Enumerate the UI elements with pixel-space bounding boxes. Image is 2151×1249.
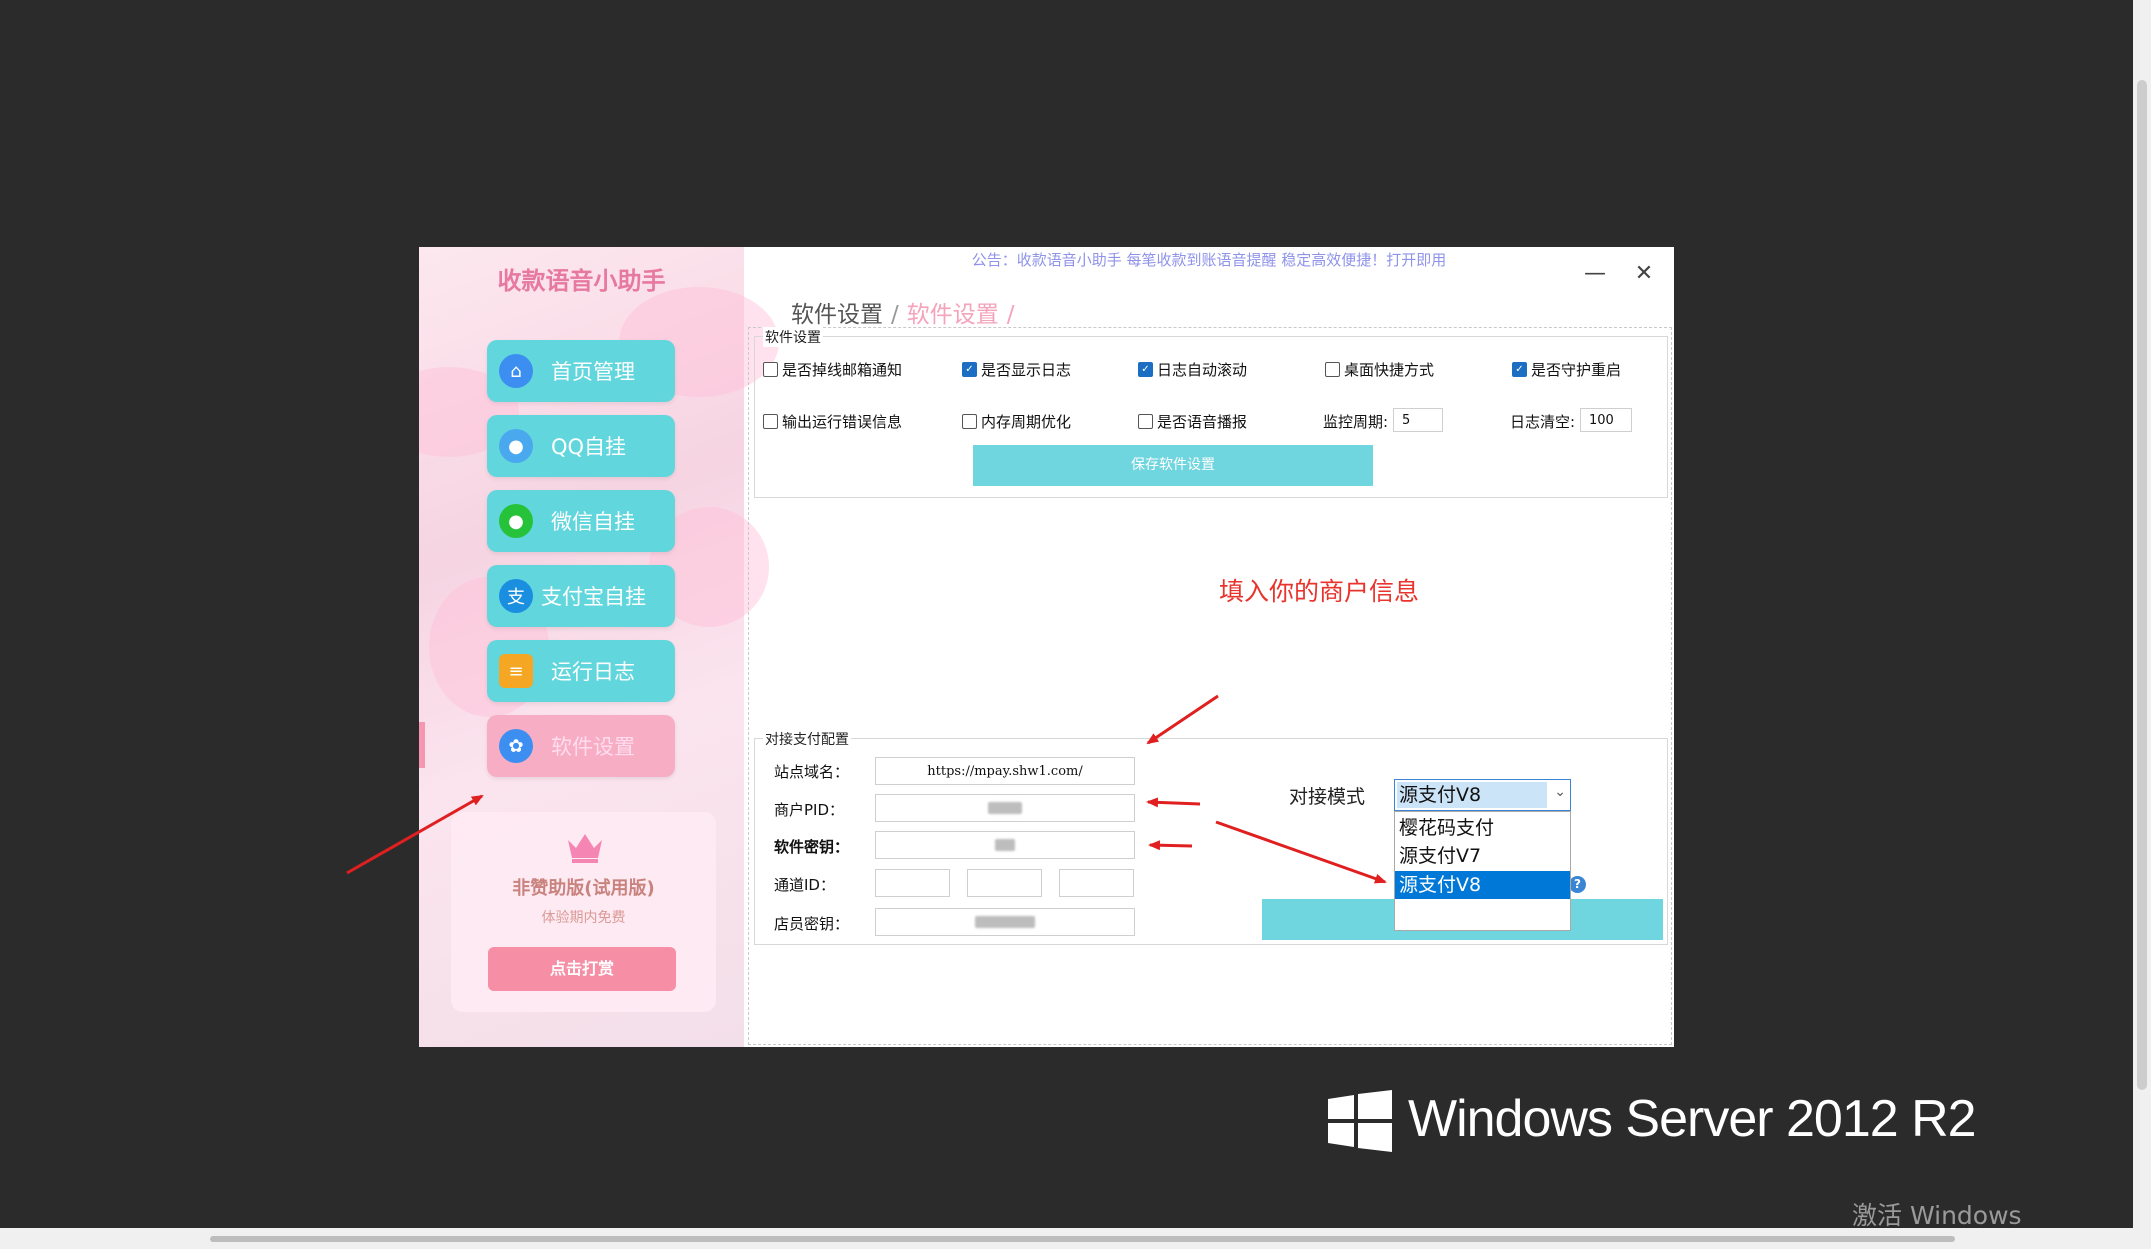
arrow-to-v8-option (1215, 820, 1387, 884)
annotation-arrows (346, 694, 1387, 884)
arrow-to-pid (1146, 797, 1201, 808)
windows-logo-icon (1328, 1090, 1392, 1152)
activate-windows-watermark: 激活 Windows (1852, 1201, 2022, 1230)
os-name: Windows Server 2012 R2 (1408, 1090, 1977, 1148)
arrow-to-settings (346, 794, 484, 875)
arrow-to-key (1148, 840, 1193, 851)
arrow-to-payment-group (1146, 694, 1219, 745)
